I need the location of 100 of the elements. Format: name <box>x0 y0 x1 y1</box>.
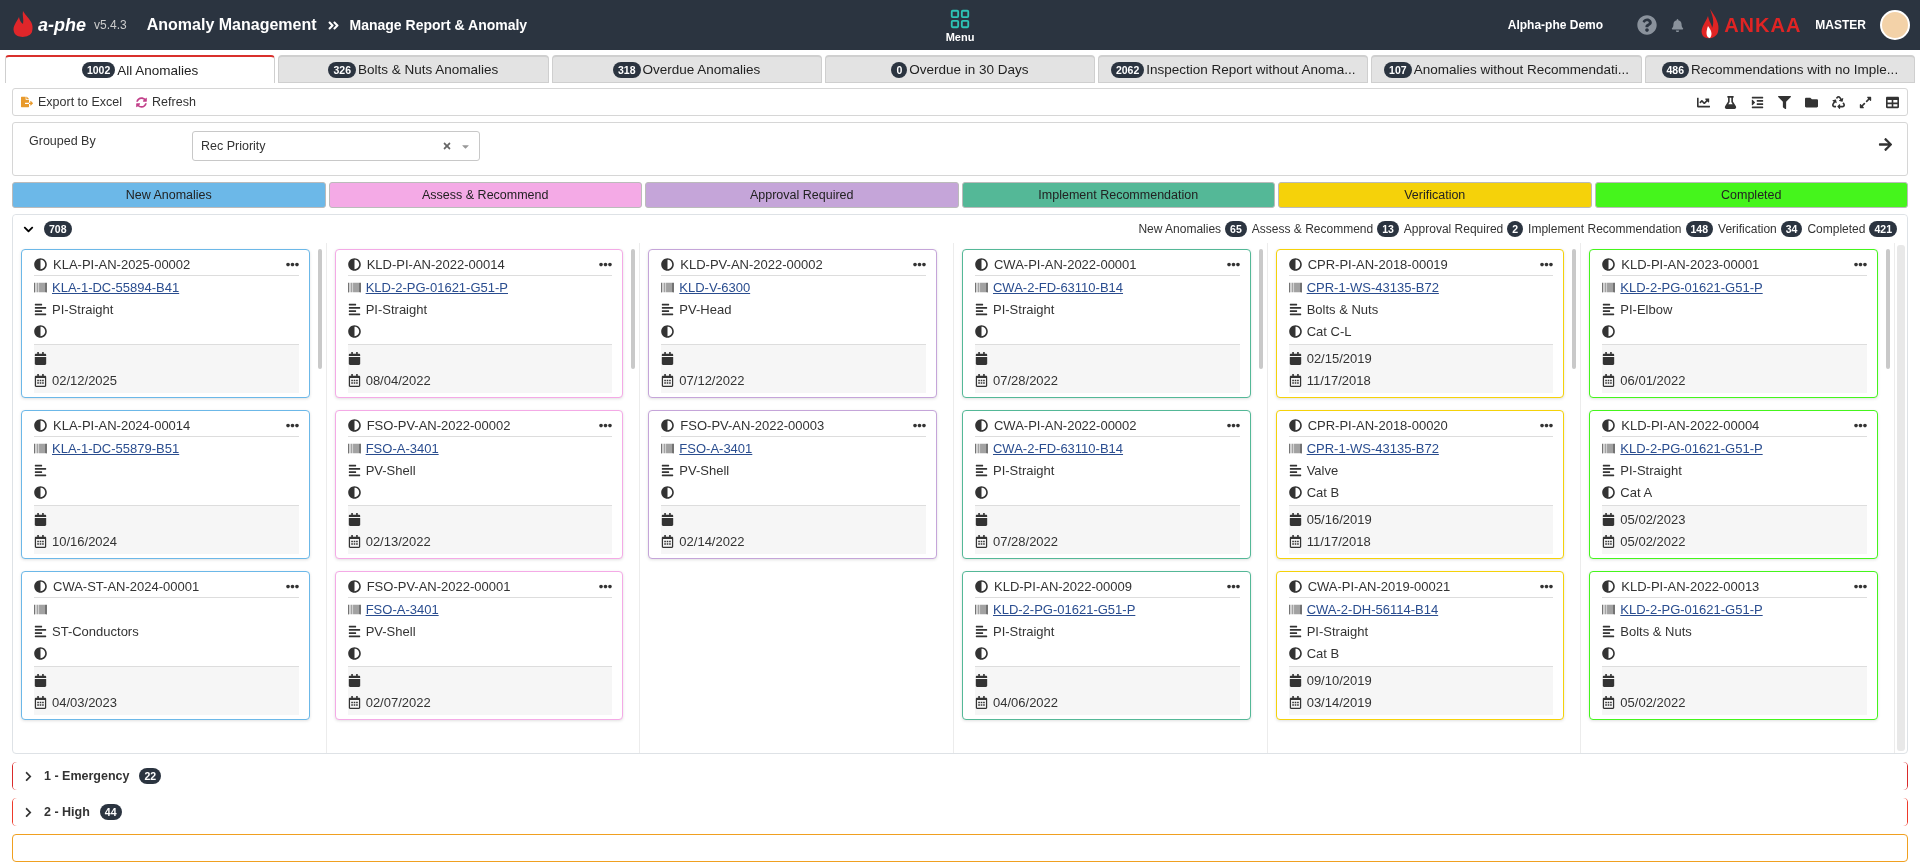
group-header[interactable]: 2 - High 44 <box>12 798 1908 826</box>
align-left-icon <box>975 463 988 477</box>
anomaly-card[interactable]: KLD-PI-AN-2023-00001 KLD-2-PG-01621-G51-P PI-Elbow 06/01/2022 <box>1589 249 1878 398</box>
stage-count: Verification 34 <box>1718 221 1803 237</box>
tab[interactable]: 326 Bolts & Nuts Anomalies <box>278 55 549 83</box>
component-type: PV-Shell <box>365 462 416 478</box>
anomaly-id: KLD-PI-AN-2022-00004 <box>1621 418 1761 433</box>
component-type: PI-Straight <box>993 462 1055 478</box>
align-left-icon <box>1288 463 1302 477</box>
barcode-icon <box>1288 280 1302 294</box>
tag-link[interactable]: CPR-1-WS-43135-B72 <box>1306 440 1439 456</box>
export-button[interactable]: Export to Excel <box>21 95 123 109</box>
tag-link[interactable]: CWA-2-FD-63110-B14 <box>993 440 1124 456</box>
date: 05/02/2022 <box>1620 694 1686 710</box>
tag-link[interactable]: KLD-2-PG-01621-G51-P <box>1620 279 1763 295</box>
stage-button[interactable]: Approval Required <box>645 182 959 208</box>
refresh-button[interactable]: Refresh <box>136 95 196 109</box>
barcode-icon <box>1602 280 1616 294</box>
page-title: Manage Report & Anomaly <box>349 17 528 33</box>
tag-link[interactable]: CWA-2-FD-63110-B14 <box>993 279 1124 295</box>
indent-icon[interactable] <box>1751 95 1764 109</box>
folder-icon[interactable] <box>1805 95 1818 109</box>
anomaly-card[interactable]: FSO-PV-AN-2022-00001 FSO-A-3401 PV-Shell 02/07/2022 <box>334 571 624 720</box>
filter-icon[interactable] <box>1778 95 1791 109</box>
date: 10/16/2024 <box>52 533 118 549</box>
anomaly-id: FSO-PV-AN-2022-00001 <box>366 579 512 594</box>
anomaly-id: KLA-PI-AN-2025-00002 <box>53 257 192 272</box>
scroll-bar[interactable] <box>317 249 322 369</box>
anomaly-card[interactable]: FSO-PV-AN-2022-00003 FSO-A-3401 PV-Shell 02/14/2022 <box>648 410 937 559</box>
anomaly-card[interactable]: KLD-PI-AN-2022-00013 KLD-2-PG-01621-G51-P Bolts & Nuts 05/02/2022 <box>1589 571 1878 720</box>
calendar-icon <box>347 695 361 709</box>
flask-icon[interactable] <box>1724 95 1737 109</box>
anomaly-card[interactable]: CWA-PI-AN-2022-00002 CWA-2-FD-63110-B14 PI-Straight 07/28/2022 <box>962 410 1251 559</box>
anomaly-card[interactable]: CWA-PI-AN-2022-00001 CWA-2-FD-63110-B14 PI-Straight 07/28/2022 <box>962 249 1251 398</box>
calendar-icon <box>975 512 988 526</box>
barcode-icon <box>34 280 47 294</box>
group-header[interactable]: 1 - Emergency 22 <box>12 762 1908 790</box>
tab[interactable]: 318 Overdue Anomalies <box>551 55 822 83</box>
count-badge: 326 <box>328 61 356 78</box>
recycle-icon[interactable] <box>1832 95 1845 109</box>
component-type: PI-Straight <box>1306 623 1369 639</box>
anomaly-card[interactable]: FSO-PV-AN-2022-00002 FSO-A-3401 PV-Shell 02/13/2022 <box>334 410 624 559</box>
tag-link[interactable]: KLD-2-PG-01621-G51-P <box>1620 601 1763 617</box>
anomaly-card[interactable]: KLA-PI-AN-2025-00002 KLA-1-DC-55894-B41 PI-Straight 02/12/2025 <box>21 249 310 398</box>
tag-link[interactable]: FSO-A-3401 <box>365 601 439 617</box>
anomaly-id: KLD-PI-AN-2022-00013 <box>1621 579 1761 594</box>
tag-link[interactable]: KLD-2-PG-01621-G51-P <box>365 279 508 295</box>
export-icon <box>21 96 33 108</box>
tab[interactable]: 486 Recommendations with no Imple... <box>1644 55 1915 83</box>
anomaly-card[interactable]: KLD-PI-AN-2022-00014 KLD-2-PG-01621-G51-P PI-Straight 08/04/2022 <box>334 249 624 398</box>
component-type: PI-Elbow <box>1620 301 1673 317</box>
tag-link[interactable]: CWA-2-DH-56114-B14 <box>1306 601 1439 617</box>
stage-button[interactable]: Implement Recommendation <box>961 182 1275 208</box>
scroll-bar[interactable] <box>1886 249 1890 369</box>
anomaly-id: CWA-PI-AN-2019-00021 <box>1307 579 1452 594</box>
tag-link[interactable]: KLA-1-DC-55879-B51 <box>52 440 180 456</box>
anomaly-card[interactable]: KLA-PI-AN-2024-00014 KLA-1-DC-55879-B51 10/16/2024 <box>21 410 310 559</box>
clear-icon[interactable] <box>442 141 452 151</box>
arrow-right-icon[interactable] <box>1878 137 1893 152</box>
user-name[interactable]: MASTER <box>1815 18 1866 32</box>
tag-link[interactable]: CPR-1-WS-43135-B72 <box>1306 279 1439 295</box>
help-icon[interactable] <box>1637 15 1658 35</box>
barcode-icon <box>975 441 988 455</box>
anomaly-card[interactable]: KLD-PI-AN-2022-00009 KLD-2-PG-01621-G51-P PI-Straight 04/06/2022 <box>962 571 1251 720</box>
scroll-bar[interactable] <box>631 249 636 369</box>
tag-link[interactable]: KLD-2-PG-01621-G51-P <box>993 601 1136 617</box>
tag-link[interactable]: KLD-V-6300 <box>679 279 751 295</box>
tab[interactable]: 107 Anomalies without Recommendati... <box>1371 55 1642 83</box>
tab[interactable]: 1002 All Anomalies <box>5 55 276 83</box>
anomaly-card[interactable]: CPR-PI-AN-2018-00020 CPR-1-WS-43135-B72 Valve Cat B 05/16/2019 11/17/2018 <box>1275 410 1565 559</box>
tag-link[interactable]: FSO-A-3401 <box>679 440 753 456</box>
anomaly-card[interactable]: CWA-ST-AN-2024-00001 ST-Conductors 04/03/2023 <box>21 571 310 720</box>
barcode-icon <box>1288 441 1302 455</box>
scroll-bar[interactable] <box>1258 249 1263 369</box>
stage-button[interactable]: Verification <box>1278 182 1592 208</box>
tag-link[interactable]: KLD-2-PG-01621-G51-P <box>1620 440 1763 456</box>
anomaly-card[interactable]: KLD-PV-AN-2022-00002 KLD-V-6300 PV-Head 07/12/2022 <box>648 249 937 398</box>
component-type: Bolts & Nuts <box>1306 301 1379 317</box>
anomaly-card[interactable]: CPR-PI-AN-2018-00019 CPR-1-WS-43135-B72 Bolts & Nuts Cat C-L 02/15/2019 11/17/2018 <box>1275 249 1565 398</box>
scroll-bar[interactable] <box>1572 249 1577 369</box>
stage-button[interactable]: New Anomalies <box>12 182 326 208</box>
calendar-icon <box>1288 695 1302 709</box>
line-chart-icon[interactable] <box>1697 95 1710 109</box>
tab[interactable]: 0 Overdue in 30 Days <box>824 55 1096 83</box>
bell-icon[interactable] <box>1671 18 1685 32</box>
anomaly-card[interactable]: CWA-PI-AN-2019-00021 CWA-2-DH-56114-B14 PI-Straight Cat B 09/10/2019 03/14/2019 <box>1275 571 1565 720</box>
tag-link[interactable]: KLA-1-DC-55894-B41 <box>52 279 180 295</box>
calendar-icon <box>1288 534 1302 548</box>
table-icon[interactable] <box>1886 95 1899 109</box>
stage-button[interactable]: Assess & Recommend <box>328 182 642 208</box>
group-select[interactable]: Rec Priority <box>192 131 480 161</box>
user-avatar[interactable] <box>1880 10 1910 40</box>
barcode-icon <box>347 441 361 455</box>
tab[interactable]: 2062 Inspection Report without Anoma... <box>1098 55 1369 83</box>
anomaly-card[interactable]: KLD-PI-AN-2022-00004 KLD-2-PG-01621-G51-P PI-Straight Cat A 05/02/2023 05/02/2022 <box>1589 410 1878 559</box>
menu-button[interactable]: Menu <box>945 7 975 43</box>
scroll-bar[interactable] <box>1897 245 1905 751</box>
expand-icon[interactable] <box>1859 95 1872 109</box>
tag-link[interactable]: FSO-A-3401 <box>365 440 439 456</box>
stage-button[interactable]: Completed <box>1594 182 1908 208</box>
